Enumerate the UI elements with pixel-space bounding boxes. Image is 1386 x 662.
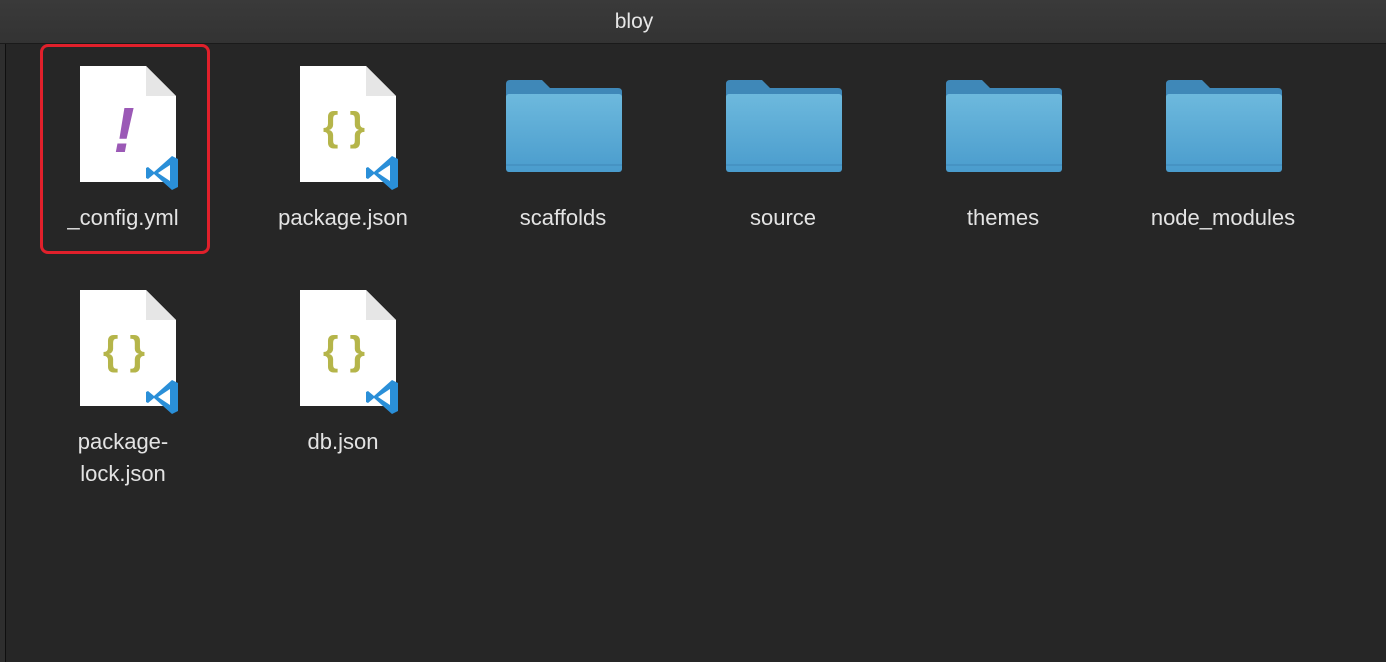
file-item-package-json[interactable]: { } package.json xyxy=(248,44,438,254)
window-titlebar[interactable]: bloy xyxy=(0,0,1386,44)
json-file-icon: { } xyxy=(300,290,398,414)
folder-icon xyxy=(506,80,622,172)
folder-name-label: scaffolds xyxy=(519,205,607,230)
json-file-icon: { } xyxy=(300,66,398,190)
file-grid: ! _config.yml { } package.json scaffolds… xyxy=(0,44,1386,662)
file-item-config-yml[interactable]: ! _config.yml xyxy=(28,44,218,254)
window-title: bloy xyxy=(614,10,654,33)
file-name-label: _config.yml xyxy=(67,205,179,230)
folder-name-label: themes xyxy=(966,205,1040,230)
file-name-label: db.json xyxy=(307,429,379,454)
folder-item-scaffolds[interactable]: scaffolds xyxy=(468,44,658,254)
json-file-icon: { } xyxy=(80,290,178,414)
file-name-label: package.json xyxy=(278,205,408,230)
json-glyph: { } xyxy=(323,329,365,373)
folder-item-source[interactable]: source xyxy=(688,44,878,254)
json-glyph: { } xyxy=(103,329,145,373)
folder-icon xyxy=(946,80,1062,172)
yaml-glyph: ! xyxy=(113,94,134,166)
file-name-label-line2: lock.json xyxy=(80,461,166,486)
yaml-file-icon: ! xyxy=(80,66,178,190)
folder-icon xyxy=(1166,80,1282,172)
folder-name-label: source xyxy=(749,205,817,230)
folder-item-node-modules[interactable]: node_modules xyxy=(1128,44,1318,254)
file-item-package-lock-json[interactable]: { } package- lock.json xyxy=(28,268,218,498)
json-glyph: { } xyxy=(323,105,365,149)
file-name-label-line1: package- xyxy=(77,429,169,454)
folder-name-label: node_modules xyxy=(1150,205,1296,230)
folder-item-themes[interactable]: themes xyxy=(908,44,1098,254)
folder-icon xyxy=(726,80,842,172)
file-item-db-json[interactable]: { } db.json xyxy=(248,268,438,478)
